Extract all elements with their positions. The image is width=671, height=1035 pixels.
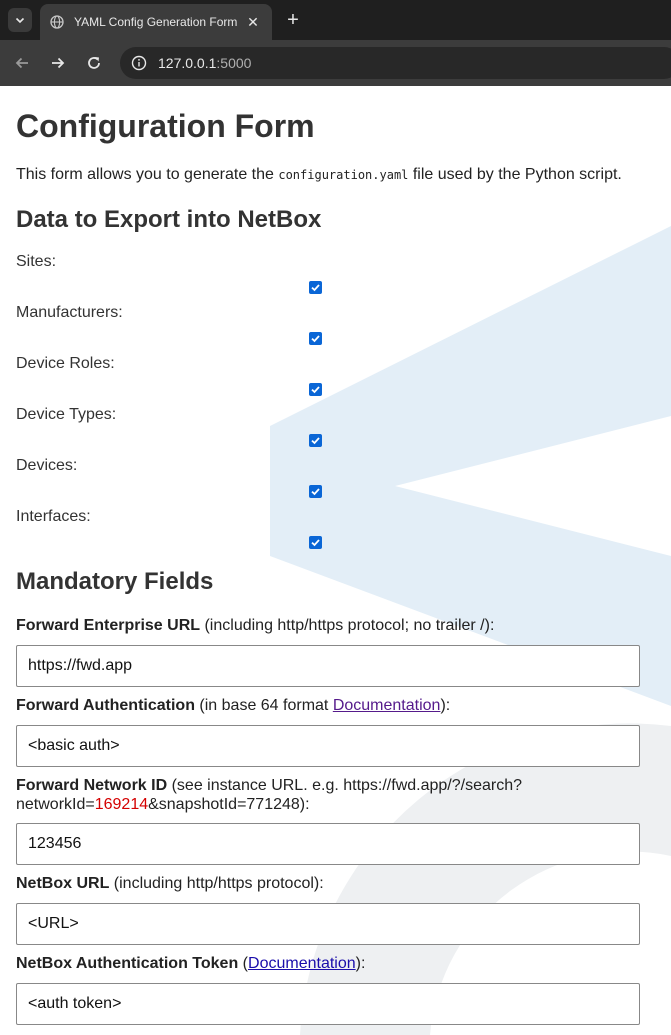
- arrow-right-icon: [52, 57, 65, 69]
- forward-url-label-hint: (including http/https protocol; no trail…: [200, 617, 495, 634]
- reload-icon: [88, 57, 100, 69]
- netbox-token-label-hint: (: [238, 955, 249, 972]
- site-info-icon[interactable]: [130, 54, 148, 72]
- interfaces-label: Interfaces:: [16, 508, 91, 525]
- device-roles-checkbox[interactable]: [309, 383, 322, 396]
- device-types-label: Device Types:: [16, 406, 117, 423]
- page-title: Configuration Form: [16, 108, 315, 144]
- page-viewport: Configuration Form This form allows you …: [0, 86, 671, 1035]
- url-text: 127.0.0.1:5000: [158, 55, 251, 71]
- netbox-token-label-end: ):: [355, 955, 366, 972]
- chevron-down-icon: [15, 17, 25, 24]
- forward-url-label-title: Forward Enterprise URL: [16, 617, 201, 634]
- checkmark-icon: [311, 539, 320, 547]
- address-bar[interactable]: 127.0.0.1:5000: [120, 47, 671, 79]
- netbox-token-documentation-link[interactable]: Documentation: [248, 955, 356, 972]
- forward-auth-label-title: Forward Authentication: [16, 697, 195, 714]
- browser-tab[interactable]: YAML Config Generation Form ✕: [40, 4, 272, 40]
- checkmark-icon: [311, 386, 320, 394]
- browser-toolbar: 127.0.0.1:5000: [0, 40, 671, 86]
- snapshot-id-param: &snapshotId=771248):: [148, 796, 310, 813]
- devices-checkbox[interactable]: [309, 485, 322, 498]
- checkmark-icon: [311, 335, 320, 343]
- sites-checkbox[interactable]: [309, 281, 322, 294]
- intro-text-start: This form allows you to generate the: [16, 166, 279, 183]
- reload-button[interactable]: [83, 52, 105, 74]
- close-tab-icon[interactable]: ✕: [244, 14, 262, 31]
- network-id-param: networkId=: [16, 796, 95, 813]
- back-button[interactable]: [11, 52, 33, 74]
- url-port: :5000: [216, 55, 252, 71]
- forward-auth-label: Forward Authentication (in base 64 forma…: [16, 696, 640, 715]
- device-types-checkbox[interactable]: [309, 434, 322, 447]
- interfaces-checkbox[interactable]: [309, 536, 322, 549]
- intro-text-end: file used by the Python script.: [408, 166, 622, 183]
- config-filename: configuration.yaml: [278, 168, 409, 182]
- checkmark-icon: [311, 437, 320, 445]
- intro-text: This form allows you to generate the con…: [16, 166, 622, 184]
- forward-auth-label-hint: (in base 64 format: [194, 697, 333, 714]
- export-section-heading: Data to Export into NetBox: [16, 206, 322, 233]
- mandatory-section-heading: Mandatory Fields: [16, 568, 214, 595]
- forward-auth-documentation-link[interactable]: Documentation: [333, 697, 441, 714]
- netbox-url-label-title: NetBox URL: [16, 875, 110, 892]
- url-host: 127.0.0.1: [158, 55, 217, 71]
- sites-label: Sites:: [16, 253, 57, 270]
- manufacturers-label: Manufacturers:: [16, 304, 123, 321]
- netbox-token-input[interactable]: <auth token>: [16, 983, 640, 1025]
- forward-network-label-hint: (see instance URL. e.g. https://fwd.app/…: [167, 777, 522, 794]
- netbox-url-input[interactable]: <URL>: [16, 903, 640, 945]
- checkmark-icon: [311, 284, 320, 292]
- network-id-example-value: 169214: [94, 796, 149, 813]
- arrow-left-icon: [15, 57, 28, 69]
- forward-url-label: Forward Enterprise URL (including http/h…: [16, 616, 640, 635]
- device-roles-label: Device Roles:: [16, 355, 115, 372]
- forward-auth-input[interactable]: <basic auth>: [16, 725, 640, 767]
- forward-button[interactable]: [47, 52, 69, 74]
- forward-network-label-title: Forward Network ID: [16, 777, 168, 794]
- forward-auth-label-end: ):: [440, 697, 451, 714]
- forward-network-id-label: Forward Network ID (see instance URL. e.…: [16, 776, 640, 814]
- tab-search-button[interactable]: [8, 8, 32, 32]
- forward-network-id-input[interactable]: 123456: [16, 823, 640, 865]
- netbox-token-label: NetBox Authentication Token (Documentati…: [16, 954, 640, 973]
- checkmark-icon: [311, 488, 320, 496]
- devices-label: Devices:: [16, 457, 78, 474]
- netbox-token-label-title: NetBox Authentication Token: [16, 955, 239, 972]
- browser-tab-bar: YAML Config Generation Form ✕ +: [0, 0, 671, 40]
- forward-url-input[interactable]: https://fwd.app: [16, 645, 640, 687]
- netbox-url-label-hint: (including http/https protocol):: [109, 875, 324, 892]
- new-tab-button[interactable]: +: [282, 9, 304, 31]
- tab-title: YAML Config Generation Form: [74, 15, 238, 29]
- manufacturers-checkbox[interactable]: [309, 332, 322, 345]
- globe-icon: [50, 15, 64, 29]
- netbox-url-label: NetBox URL (including http/https protoco…: [16, 874, 640, 893]
